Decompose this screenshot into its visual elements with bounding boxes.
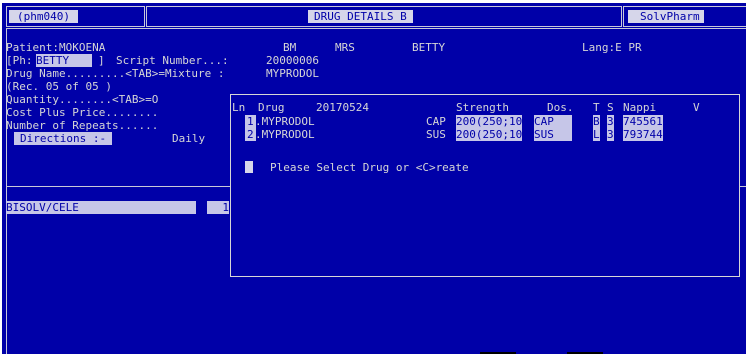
- col-drug: Drug: [258, 101, 285, 114]
- ph-field[interactable]: BETTY: [36, 54, 92, 67]
- input-cursor[interactable]: [245, 161, 253, 173]
- col-t: T: [593, 101, 600, 114]
- screen-title-text: DRUG DETAILS: [314, 10, 394, 23]
- patient-title: MRS: [335, 41, 355, 54]
- patient-initials: BM: [283, 41, 297, 54]
- row-strength: 200(250;10: [456, 115, 523, 128]
- row-form: SUS: [426, 128, 446, 141]
- app-name: SolvPharm: [628, 10, 704, 23]
- row-strength: 200(250;10: [456, 128, 523, 141]
- row-nappi: 745561: [623, 115, 663, 128]
- col-dos: Dos.: [547, 101, 574, 114]
- directions-value[interactable]: Daily: [172, 132, 205, 145]
- col-date: 20170524: [316, 101, 369, 114]
- bottom-field-count[interactable]: 1: [207, 201, 229, 214]
- row-dosage: SUS: [534, 128, 572, 141]
- col-v: V: [693, 101, 700, 114]
- patient-name: Patient:MOKOENA: [6, 41, 106, 54]
- bottom-field[interactable]: BISOLV/CELE: [6, 201, 196, 214]
- form-divider: [6, 186, 231, 187]
- status-patch: [567, 352, 603, 354]
- select-drug-prompt: Please Select Drug or <C>reate: [270, 161, 469, 174]
- col-s: S: [607, 101, 614, 114]
- terminal-screen: (phm040) DRUG DETAILS B SolvPharm Patien…: [2, 3, 746, 354]
- col-nappi: Nappi: [623, 101, 657, 114]
- drug-select-popup: Ln Drug 20170524 Strength Dos. T S Nappi…: [230, 94, 740, 277]
- status-patch: [480, 352, 516, 354]
- row-type: L: [593, 128, 600, 141]
- row-drug-name: .MYPRODOL: [255, 115, 315, 128]
- row-schedule: 3: [607, 115, 614, 128]
- patient-language: Lang:E PR: [582, 41, 642, 54]
- drug-name-label: Drug Name.........<TAB>=Mixture :: [6, 67, 225, 80]
- directions-label: Directions :-: [14, 132, 113, 145]
- repeats-label: Number of Repeats......: [6, 119, 159, 132]
- patient-first-name: BETTY: [412, 41, 446, 54]
- col-ln: Ln: [232, 101, 246, 114]
- ph-suffix: ]: [98, 54, 105, 67]
- row-form: CAP: [426, 115, 446, 128]
- cost-plus-label: Cost Plus Price........: [6, 106, 159, 119]
- row-schedule: 3: [607, 128, 614, 141]
- program-id: (phm040): [9, 10, 78, 23]
- record-counter: (Rec. 05 of 05 ): [6, 80, 112, 93]
- script-number-label: Script Number...:: [116, 54, 229, 67]
- script-number-value: 20000006: [266, 54, 319, 67]
- row-nappi: 793744: [623, 128, 663, 141]
- row-dosage: CAP: [534, 115, 572, 128]
- ph-prefix: [Ph:: [6, 54, 33, 67]
- screen-title: DRUG DETAILS B: [308, 10, 413, 23]
- col-strength: Strength: [456, 101, 509, 114]
- title-cursor: B: [400, 10, 407, 23]
- quantity-label: Quantity........<TAB>=O: [6, 93, 159, 106]
- row-type: B: [593, 115, 600, 128]
- row-drug-name: .MYPRODOL: [255, 128, 315, 141]
- drug-name-value[interactable]: MYPRODOL: [266, 67, 319, 80]
